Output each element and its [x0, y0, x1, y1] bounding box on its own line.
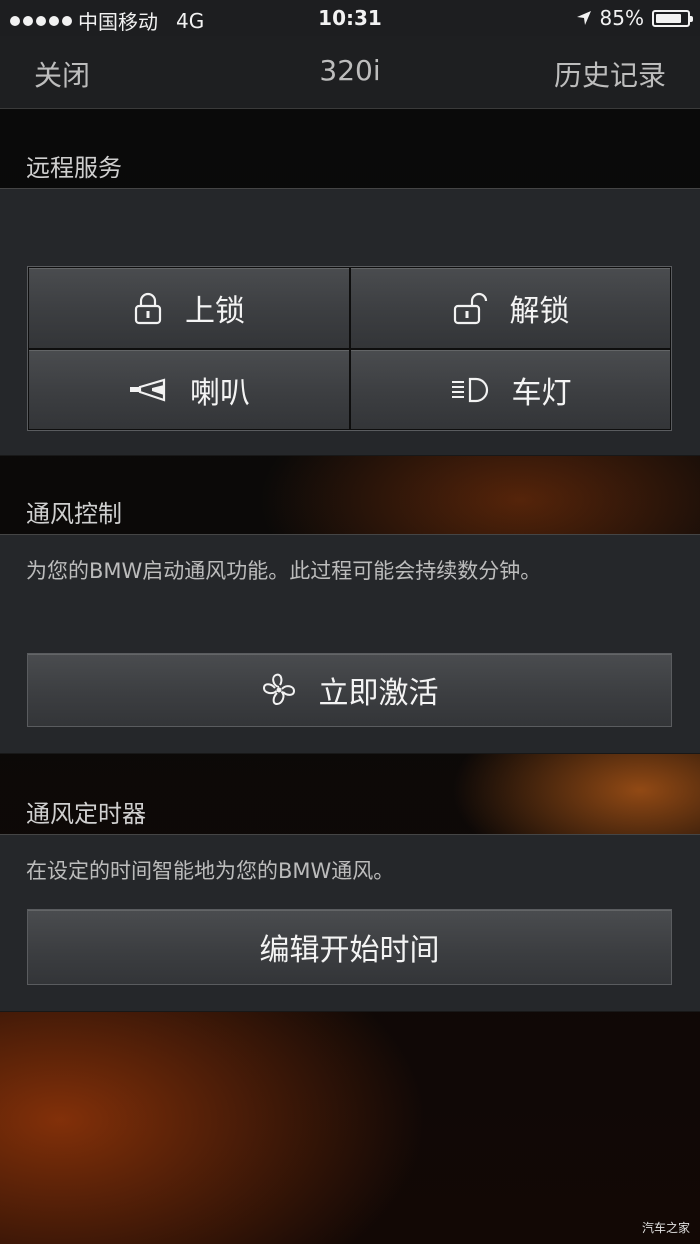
- battery-fill: [656, 13, 681, 23]
- headlight-label: 车灯: [511, 375, 572, 411]
- history-button[interactable]: 历史记录: [554, 54, 666, 94]
- battery-icon: [652, 9, 693, 27]
- unlock-button[interactable]: 解锁: [350, 267, 671, 349]
- headlight-button[interactable]: 车灯: [350, 349, 671, 430]
- remote-controls-grid: 上锁 解锁 喇叭 车灯: [27, 266, 672, 431]
- nav-bar: 关闭 320i 历史记录: [0, 36, 700, 109]
- edit-start-time-label: 编辑开始时间: [259, 933, 440, 968]
- location-arrow-icon: [576, 11, 591, 25]
- status-right: 85%: [576, 6, 693, 30]
- battery-percent: 85%: [599, 6, 644, 30]
- ventilation-timer-header: 通风定时器: [0, 752, 700, 834]
- lock-closed-icon: [133, 291, 163, 325]
- edit-start-time-button[interactable]: 编辑开始时间: [27, 909, 672, 985]
- lock-label: 上锁: [185, 294, 245, 329]
- activate-label: 立即激活: [318, 676, 439, 711]
- timer-description: 在设定的时间智能地为您的BMW通风。: [26, 859, 395, 883]
- headlight-icon: [450, 376, 490, 404]
- ventilation-description: 为您的BMW启动通风功能。此过程可能会持续数分钟。: [26, 559, 542, 583]
- activate-ventilation-button[interactable]: 立即激活: [27, 653, 672, 727]
- horn-icon: [128, 377, 168, 403]
- section-title: 通风控制: [26, 500, 122, 528]
- ventilation-control-header: 通风控制: [0, 454, 700, 534]
- horn-button[interactable]: 喇叭: [28, 349, 350, 430]
- watermark: 汽车之家: [641, 1221, 690, 1235]
- section-title: 通风定时器: [26, 800, 146, 828]
- fan-icon: [261, 672, 297, 708]
- unlock-label: 解锁: [509, 294, 570, 329]
- remote-services-header: 远程服务: [0, 108, 700, 188]
- lock-button[interactable]: 上锁: [28, 267, 350, 349]
- section-title: 远程服务: [26, 154, 122, 182]
- status-bar: 中国移动 4G 10:31 85%: [0, 0, 700, 36]
- lock-open-icon: [452, 291, 488, 325]
- horn-label: 喇叭: [190, 375, 250, 411]
